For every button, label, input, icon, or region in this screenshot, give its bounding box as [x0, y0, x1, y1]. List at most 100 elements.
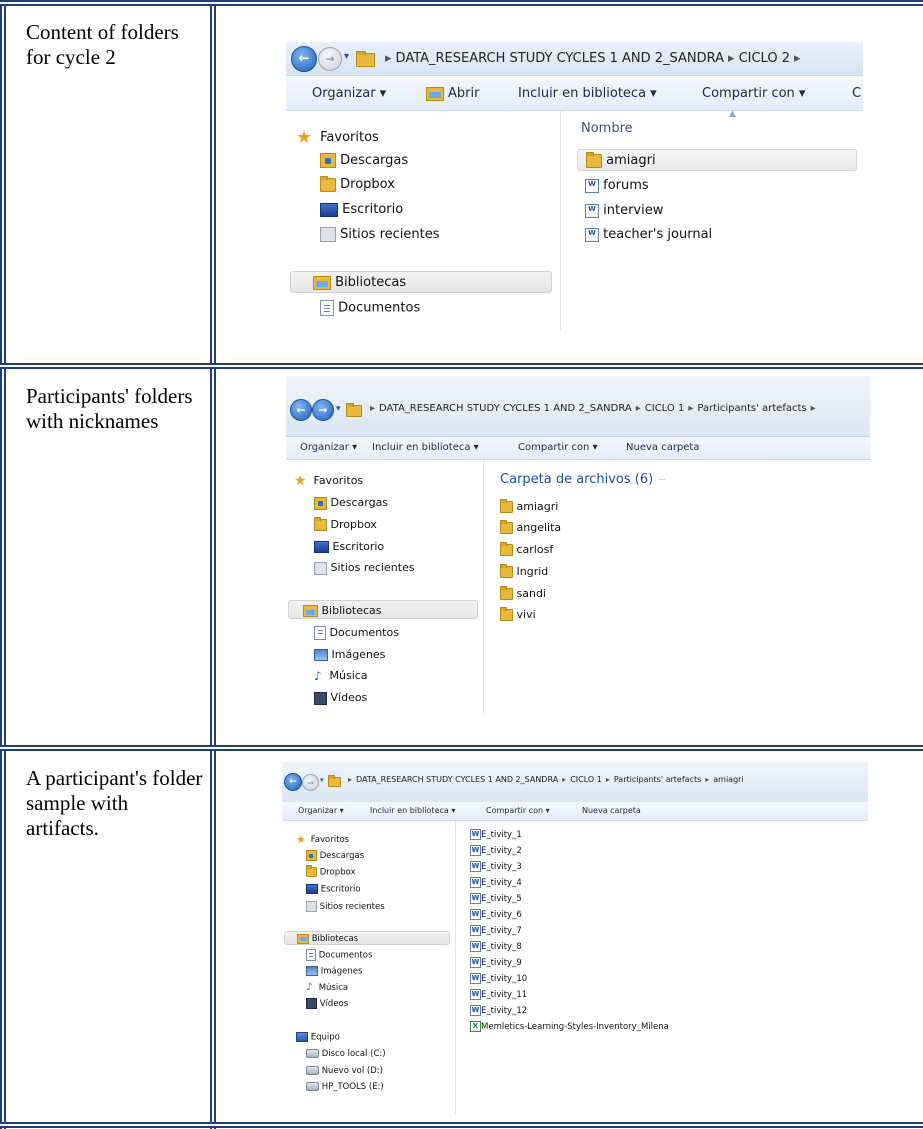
toolbar-compartir-con[interactable]: Compartir con ▾ — [702, 86, 805, 101]
breadcrumb-item[interactable]: Participants' artefacts — [614, 775, 701, 784]
back-button[interactable]: ← — [290, 399, 312, 421]
file-item-folder[interactable]: amiagri — [500, 499, 558, 513]
toolbar-overflow-item[interactable]: C — [852, 86, 861, 101]
nav-imagenes[interactable]: Imágenes — [314, 648, 385, 661]
nav-escritorio[interactable]: Escritorio — [314, 540, 384, 553]
file-item-folder[interactable]: carlosf — [500, 542, 553, 556]
file-item-spreadsheet[interactable]: Memletics-Learning-Styles-Inventory_Mile… — [470, 1021, 669, 1032]
documents-icon — [320, 300, 334, 316]
command-toolbar: Organizar ▾ Incluir en biblioteca ▾ Comp… — [286, 437, 870, 460]
nav-escritorio[interactable]: Escritorio — [306, 884, 361, 895]
nav-escritorio[interactable]: Escritorio — [320, 202, 403, 217]
toolbar-compartir-con[interactable]: Compartir con ▾ — [518, 442, 598, 453]
nav-musica[interactable]: ♪ Música — [314, 669, 368, 683]
nav-label: Favoritos — [320, 130, 379, 145]
nav-videos[interactable]: Vídeos — [314, 691, 367, 705]
nav-bibliotecas[interactable]: Bibliotecas — [290, 271, 552, 293]
nav-documentos[interactable]: Documentos — [320, 300, 420, 316]
file-item-document[interactable]: E_tivity_11 — [470, 989, 527, 1000]
nav-sitios-recientes[interactable]: Sitios recientes — [306, 901, 385, 912]
file-item-document[interactable]: E_tivity_9 — [470, 957, 522, 968]
nav-documentos[interactable]: Documentos — [306, 949, 372, 961]
nav-disco-local-c[interactable]: Disco local (C:) — [306, 1049, 386, 1059]
toolbar-abrir[interactable]: Abrir — [448, 86, 479, 101]
breadcrumb-item[interactable]: CICLO 1 — [570, 775, 602, 784]
history-dropdown-icon[interactable]: ▾ — [336, 404, 341, 414]
file-name: E_tivity_6 — [481, 910, 522, 920]
file-item-document[interactable]: E_tivity_3 — [470, 861, 522, 872]
file-item-folder[interactable]: Ingrid — [500, 564, 548, 578]
nav-dropbox[interactable]: Dropbox — [314, 517, 377, 531]
toolbar-nueva-carpeta[interactable]: Nueva carpeta — [626, 442, 699, 453]
nav-videos[interactable]: Vídeos — [306, 998, 348, 1009]
breadcrumb-item[interactable]: CICLO 2 — [739, 51, 790, 66]
breadcrumb-item[interactable]: amiagri — [713, 775, 743, 784]
toolbar-incluir-en-biblioteca[interactable]: Incluir en biblioteca ▾ — [370, 806, 455, 815]
file-item-document[interactable]: interview — [585, 203, 663, 218]
toolbar-incluir-en-biblioteca[interactable]: Incluir en biblioteca ▾ — [372, 442, 479, 453]
nav-sitios-recientes[interactable]: Sitios recientes — [320, 227, 440, 242]
toolbar-organizar[interactable]: Organizar ▾ — [312, 86, 386, 101]
history-dropdown-icon[interactable]: ▾ — [344, 51, 349, 62]
nav-equipo[interactable]: Equipo — [296, 1032, 340, 1043]
nav-favoritos[interactable]: ★ Favoritos — [296, 833, 349, 846]
breadcrumb-item[interactable]: DATA_RESEARCH STUDY CYCLES 1 AND 2_SANDR… — [396, 51, 725, 66]
nav-bibliotecas[interactable]: Bibliotecas — [288, 600, 478, 619]
word-document-icon — [585, 203, 599, 218]
nav-hp-tools-e[interactable]: HP_TOOLS (E:) — [306, 1082, 384, 1092]
downloads-icon — [320, 153, 336, 168]
nav-musica[interactable]: ♪ Música — [306, 982, 348, 993]
nav-label: HP_TOOLS (E:) — [321, 1082, 384, 1092]
file-item-document[interactable]: teacher's journal — [585, 227, 712, 242]
nav-favoritos[interactable]: ★ Favoritos — [294, 473, 363, 489]
file-item-document[interactable]: E_tivity_6 — [470, 909, 522, 920]
forward-button[interactable]: → — [312, 399, 334, 421]
toolbar-nueva-carpeta[interactable]: Nueva carpeta — [582, 806, 641, 815]
column-header-nombre[interactable]: Nombre — [581, 121, 633, 136]
back-button[interactable]: ← — [291, 46, 317, 72]
file-item-document[interactable]: E_tivity_7 — [470, 925, 522, 936]
toolbar-organizar[interactable]: Organizar ▾ — [298, 806, 344, 815]
file-item-document[interactable]: E_tivity_4 — [470, 877, 522, 888]
breadcrumb-item[interactable]: DATA_RESEARCH STUDY CYCLES 1 AND 2_SANDR… — [356, 775, 558, 784]
file-item-document[interactable]: E_tivity_8 — [470, 941, 522, 952]
nav-descargas[interactable]: Descargas — [306, 850, 364, 861]
file-name: amiagri — [606, 153, 656, 168]
breadcrumb[interactable]: ▸ DATA_RESEARCH STUDY CYCLES 1 AND 2_SAND… — [381, 51, 805, 66]
nav-dropbox[interactable]: Dropbox — [320, 175, 395, 192]
file-item-document[interactable]: E_tivity_12 — [470, 1005, 527, 1016]
nav-descargas[interactable]: Descargas — [314, 496, 388, 510]
file-item-document[interactable]: E_tivity_1 — [470, 829, 522, 840]
nav-imagenes[interactable]: Imágenes — [306, 966, 362, 977]
toolbar-incluir-en-biblioteca[interactable]: Incluir en biblioteca ▾ — [518, 86, 657, 101]
forward-button[interactable]: → — [318, 47, 342, 71]
word-document-icon — [470, 909, 481, 920]
file-item-folder[interactable]: sandi — [500, 586, 546, 600]
nav-favoritos[interactable]: ★ Favoritos — [296, 127, 379, 148]
breadcrumb-item[interactable]: Participants' artefacts — [697, 403, 806, 414]
file-item-document[interactable]: E_tivity_5 — [470, 893, 522, 904]
nav-label: Bibliotecas — [335, 275, 407, 290]
toolbar-organizar[interactable]: Organizar ▾ — [300, 442, 357, 453]
history-dropdown-icon[interactable]: ▾ — [320, 776, 324, 784]
nav-sitios-recientes[interactable]: Sitios recientes — [314, 561, 415, 575]
group-header[interactable]: Carpeta de archivos (6) — [500, 472, 665, 487]
nav-documentos[interactable]: Documentos — [314, 626, 399, 640]
breadcrumb-item[interactable]: DATA_RESEARCH STUDY CYCLES 1 AND 2_SANDR… — [379, 403, 632, 414]
nav-descargas[interactable]: Descargas — [320, 153, 408, 168]
nav-nuevo-vol-d[interactable]: Nuevo vol (D:) — [306, 1066, 383, 1076]
toolbar-compartir-con[interactable]: Compartir con ▾ — [486, 806, 550, 815]
back-button[interactable]: ← — [284, 773, 302, 791]
breadcrumb[interactable]: ▸ DATA_RESEARCH STUDY CYCLES 1 AND 2_SAND… — [366, 403, 820, 414]
file-item-folder[interactable]: angelita — [500, 520, 561, 534]
file-item-folder[interactable]: vivi — [500, 607, 536, 621]
breadcrumb[interactable]: ▸ DATA_RESEARCH STUDY CYCLES 1 AND 2_SAND… — [344, 775, 744, 784]
nav-bibliotecas[interactable]: Bibliotecas — [284, 931, 450, 945]
file-item-document[interactable]: forums — [585, 178, 649, 193]
nav-dropbox[interactable]: Dropbox — [306, 865, 356, 878]
file-item-folder[interactable]: amiagri — [577, 149, 857, 171]
forward-button[interactable]: → — [302, 774, 319, 791]
file-item-document[interactable]: E_tivity_10 — [470, 973, 527, 984]
file-item-document[interactable]: E_tivity_2 — [470, 845, 522, 856]
breadcrumb-item[interactable]: CICLO 1 — [645, 403, 685, 414]
